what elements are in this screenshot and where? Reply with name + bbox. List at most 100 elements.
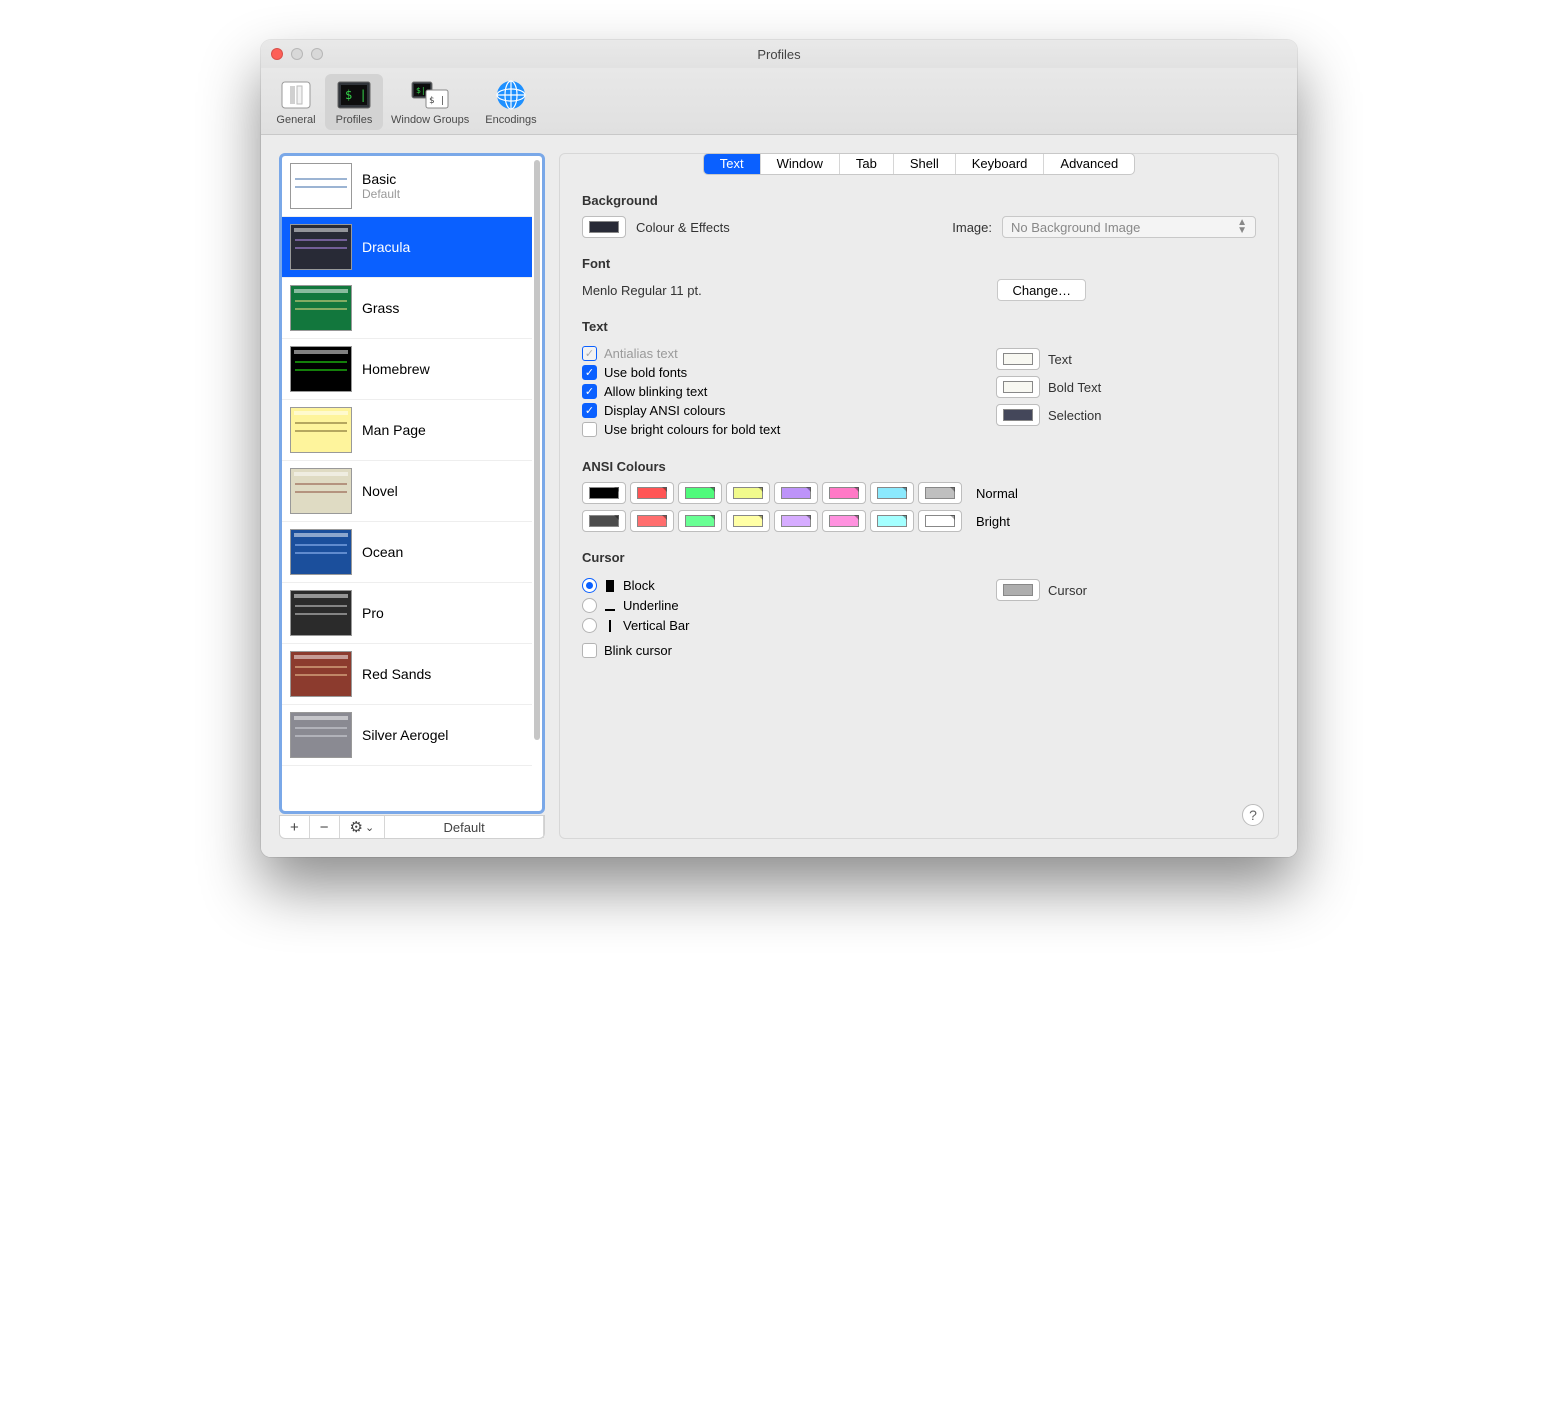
font-heading: Font <box>582 256 1256 271</box>
ansi-label: Bright <box>976 514 1010 529</box>
stepper-icon: ▲▼ <box>1237 219 1247 235</box>
window-groups-icon: $|$ | <box>410 78 450 112</box>
profile-item[interactable]: Red Sands <box>282 644 532 705</box>
checkbox-icon: ✓ <box>582 346 597 361</box>
default-button[interactable]: Default <box>385 816 544 838</box>
tab-shell[interactable]: Shell <box>894 154 956 174</box>
ansi-color-normal-4[interactable] <box>774 482 818 504</box>
tab-keyboard[interactable]: Keyboard <box>956 154 1045 174</box>
settings-tabs: TextWindowTabShellKeyboardAdvanced <box>703 153 1135 175</box>
radio-underline[interactable]: Underline <box>582 598 956 613</box>
ansi-heading: ANSI Colours <box>582 459 1256 474</box>
content-area: BasicDefaultDraculaGrassHomebrewMan Page… <box>261 135 1297 857</box>
radio-block[interactable]: Block <box>582 578 956 593</box>
color-well-text[interactable] <box>996 348 1040 370</box>
globe-icon <box>491 78 531 112</box>
color-well-bold-text[interactable] <box>996 376 1040 398</box>
profile-item[interactable]: Silver Aerogel <box>282 705 532 766</box>
radio-label: Vertical Bar <box>623 618 689 633</box>
tab-tab[interactable]: Tab <box>840 154 894 174</box>
action-menu[interactable]: ⚙︎ ⌄ <box>340 816 386 838</box>
svg-text:$|: $| <box>416 86 426 95</box>
colour-effects-label: Colour & Effects <box>636 220 730 235</box>
profile-name: Dracula <box>362 239 410 255</box>
toolbar-window-groups[interactable]: $|$ | Window Groups <box>383 74 477 130</box>
scrollbar[interactable] <box>534 160 540 807</box>
checkbox-use-bright-colours-for-bold-text[interactable]: Use bright colours for bold text <box>582 422 956 437</box>
profile-name: Silver Aerogel <box>362 727 448 743</box>
profile-item[interactable]: Man Page <box>282 400 532 461</box>
remove-button[interactable]: − <box>310 816 340 838</box>
ansi-color-normal-2[interactable] <box>678 482 722 504</box>
image-label: Image: <box>952 220 992 235</box>
svg-text:$ |: $ | <box>429 96 445 106</box>
profile-thumbnail <box>290 346 352 392</box>
checkbox-icon: ✓ <box>582 384 597 399</box>
checkbox-use-bold-fonts[interactable]: ✓Use bold fonts <box>582 365 956 380</box>
profile-name: Ocean <box>362 544 403 560</box>
cursor-color-well[interactable] <box>996 579 1040 601</box>
profile-name: Pro <box>362 605 384 621</box>
tab-window[interactable]: Window <box>761 154 840 174</box>
radio-icon <box>582 598 597 613</box>
color-label: Text <box>1048 352 1072 367</box>
toolbar-encodings[interactable]: Encodings <box>477 74 544 130</box>
ansi-color-bright-5[interactable] <box>822 510 866 532</box>
ansi-color-bright-7[interactable] <box>918 510 962 532</box>
checkbox-antialias-text: ✓Antialias text <box>582 346 956 361</box>
profile-name: Grass <box>362 300 399 316</box>
toolbar-profiles[interactable]: $ | Profiles <box>325 74 383 130</box>
profile-thumbnail <box>290 712 352 758</box>
profile-item[interactable]: Grass <box>282 278 532 339</box>
checkbox-label: Use bold fonts <box>604 365 687 380</box>
profile-item[interactable]: Ocean <box>282 522 532 583</box>
add-button[interactable]: + <box>280 816 310 838</box>
titlebar: Profiles <box>261 40 1297 68</box>
ansi-color-normal-3[interactable] <box>726 482 770 504</box>
background-image-popup[interactable]: No Background Image ▲▼ <box>1002 216 1256 238</box>
checkbox-blink-cursor[interactable]: Blink cursor <box>582 643 956 658</box>
checkbox-icon: ✓ <box>582 403 597 418</box>
terminal-icon: $ | <box>334 78 374 112</box>
cursor-shape-icon <box>604 580 616 592</box>
toolbar-general[interactable]: General <box>267 74 325 130</box>
color-well-selection[interactable] <box>996 404 1040 426</box>
toolbar: General $ | Profiles $|$ | Window Groups… <box>261 68 1297 135</box>
ansi-color-bright-3[interactable] <box>726 510 770 532</box>
profile-item[interactable]: Novel <box>282 461 532 522</box>
checkbox-icon <box>582 422 597 437</box>
profile-name: Basic <box>362 171 400 187</box>
radio-vertical-bar[interactable]: Vertical Bar <box>582 618 956 633</box>
ansi-color-bright-6[interactable] <box>870 510 914 532</box>
ansi-label: Normal <box>976 486 1018 501</box>
profile-item[interactable]: Homebrew <box>282 339 532 400</box>
checkbox-display-ansi-colours[interactable]: ✓Display ANSI colours <box>582 403 956 418</box>
profile-item[interactable]: BasicDefault <box>282 156 532 217</box>
checkbox-icon <box>582 643 597 658</box>
change-font-button[interactable]: Change… <box>997 279 1086 301</box>
help-button[interactable]: ? <box>1242 804 1264 826</box>
ansi-color-bright-4[interactable] <box>774 510 818 532</box>
ansi-color-normal-1[interactable] <box>630 482 674 504</box>
profile-thumbnail <box>290 163 352 209</box>
profile-list[interactable]: BasicDefault Dracula Grass HomebrewMan Page… <box>279 153 545 814</box>
profile-subtitle: Default <box>362 187 400 201</box>
profile-name: Novel <box>362 483 398 499</box>
sidebar-actions: + − ⚙︎ ⌄ Default <box>279 815 545 839</box>
background-color-well[interactable] <box>582 216 626 238</box>
checkbox-allow-blinking-text[interactable]: ✓Allow blinking text <box>582 384 956 399</box>
color-label: Bold Text <box>1048 380 1101 395</box>
ansi-color-bright-0[interactable] <box>582 510 626 532</box>
ansi-color-normal-5[interactable] <box>822 482 866 504</box>
ansi-color-bright-2[interactable] <box>678 510 722 532</box>
profile-item[interactable]: Pro <box>282 583 532 644</box>
tab-text[interactable]: Text <box>704 154 761 174</box>
tab-advanced[interactable]: Advanced <box>1044 154 1134 174</box>
ansi-color-normal-0[interactable] <box>582 482 626 504</box>
radio-icon <box>582 618 597 633</box>
profile-item[interactable]: Dracula <box>282 217 532 278</box>
ansi-color-bright-1[interactable] <box>630 510 674 532</box>
ansi-color-normal-7[interactable] <box>918 482 962 504</box>
ansi-color-normal-6[interactable] <box>870 482 914 504</box>
svg-text:$ |: $ | <box>345 88 367 102</box>
